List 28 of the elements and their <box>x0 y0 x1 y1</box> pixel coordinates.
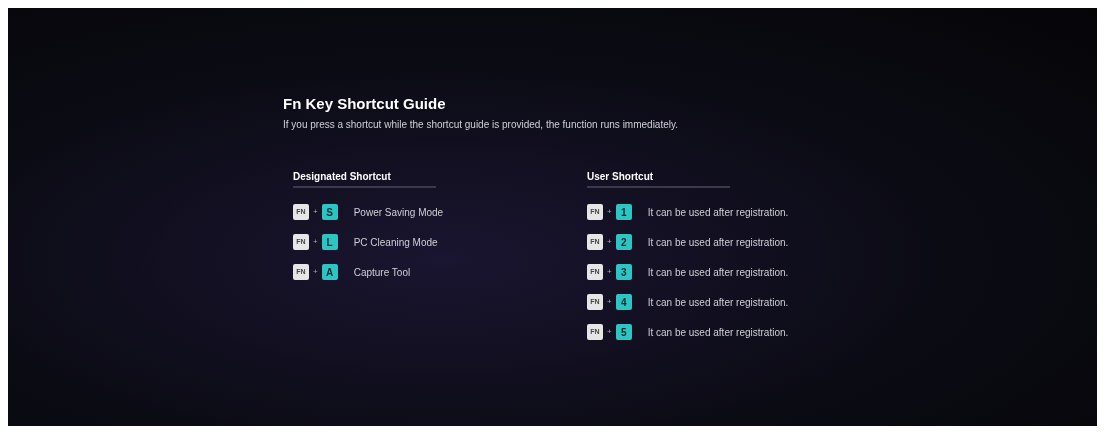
plus-sign: + <box>313 206 318 218</box>
shortcut-label: It can be used after registration. <box>647 265 789 280</box>
plus-sign: + <box>607 266 612 278</box>
shortcut-key: 3 <box>615 264 632 280</box>
plus-sign: + <box>607 296 612 308</box>
guide-title: Fn Key Shortcut Guide <box>283 94 447 114</box>
shortcut-key: 2 <box>615 234 632 250</box>
guide-description: If you press a shortcut while the shortcut guide is provided, the function runs immediately. <box>283 118 679 132</box>
shortcut-label: Capture Tool <box>353 265 411 280</box>
plus-sign: + <box>607 326 612 338</box>
shortcut-key: 4 <box>615 294 632 310</box>
plus-sign: + <box>313 266 318 278</box>
shortcut-label: It can be used after registration. <box>647 325 789 340</box>
plus-sign: + <box>607 236 612 248</box>
shortcut-label: PC Cleaning Mode <box>353 235 438 250</box>
shortcut-label: It can be used after registration. <box>647 295 789 310</box>
shortcut-key: L <box>321 234 338 250</box>
plus-sign: + <box>313 236 318 248</box>
shortcut-key: 5 <box>615 324 632 340</box>
section-heading: User Shortcut <box>587 170 730 188</box>
shortcut-label: Power Saving Mode <box>353 205 444 220</box>
shortcut-key: S <box>321 204 338 220</box>
shortcut-key: 1 <box>615 204 632 220</box>
plus-sign: + <box>607 206 612 218</box>
shortcut-label: It can be used after registration. <box>647 235 789 250</box>
section-heading: Designated Shortcut <box>293 170 436 188</box>
shortcut-key: A <box>321 264 338 280</box>
shortcut-label: It can be used after registration. <box>647 205 789 220</box>
